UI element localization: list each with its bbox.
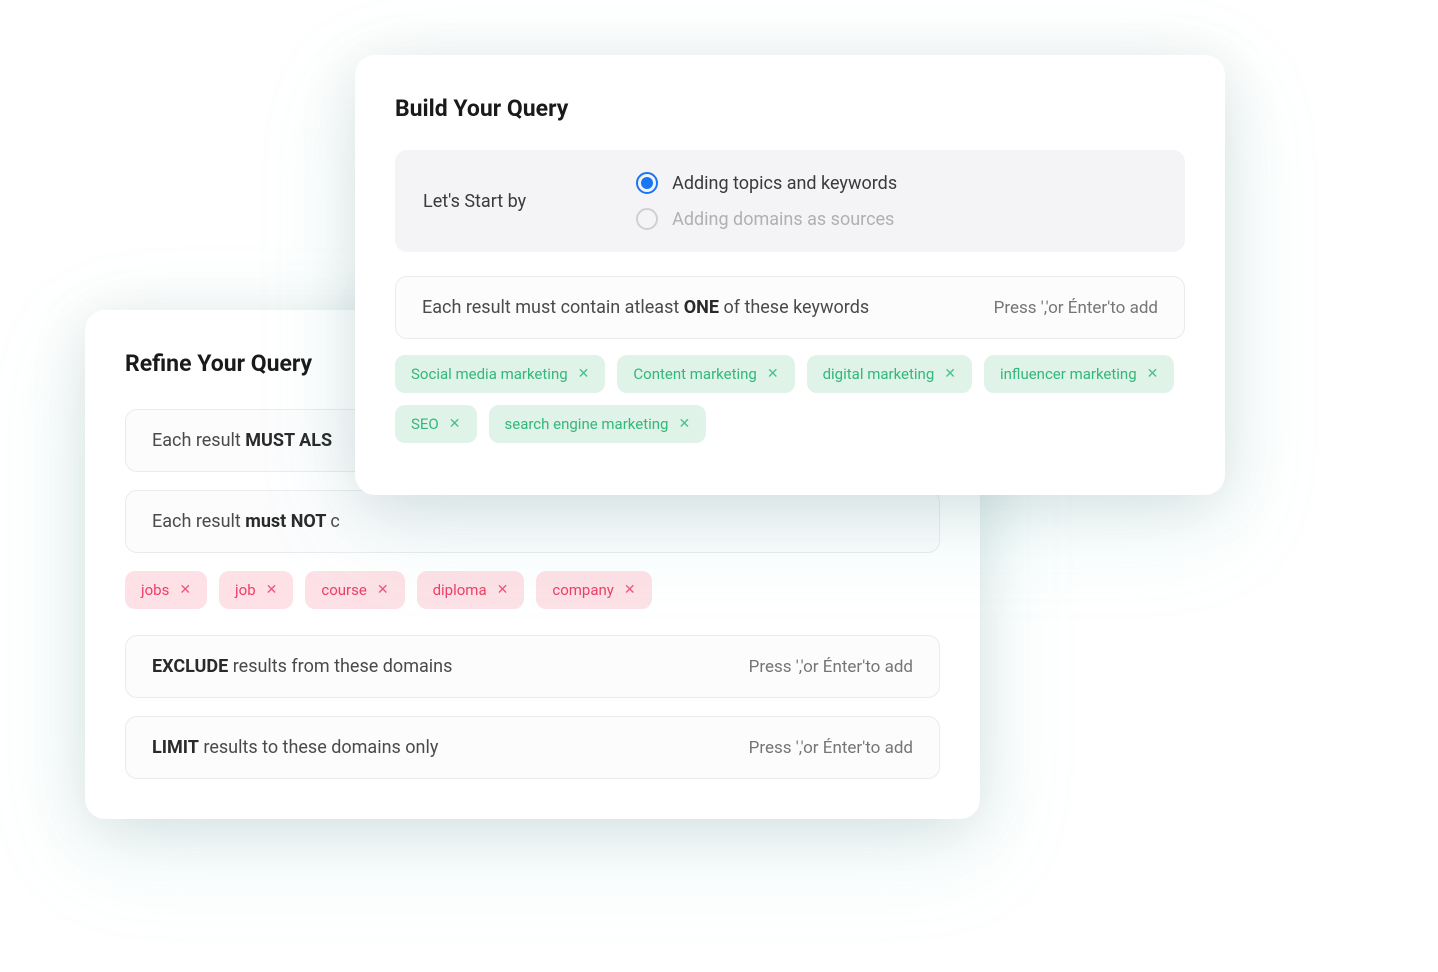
radio-icon [636, 172, 658, 194]
radio-option-domains[interactable]: Adding domains as sources [636, 208, 897, 230]
close-icon[interactable]: ✕ [377, 582, 389, 598]
tag-label: digital marketing [823, 365, 935, 383]
keyword-row-label: Each result must contain atleast ONE of … [422, 297, 869, 318]
keyword-input[interactable] [936, 298, 1158, 318]
exclude-tags-container: jobs ✕ job ✕ course ✕ diploma ✕ company … [125, 571, 940, 609]
build-query-card: Build Your Query Let's Start by Adding t… [355, 55, 1225, 495]
tag-label: search engine marketing [505, 415, 669, 433]
start-box: Let's Start by Adding topics and keyword… [395, 150, 1185, 252]
tag-label: jobs [141, 581, 169, 599]
tag-label: Content marketing [633, 365, 756, 383]
keyword-tag: search engine marketing ✕ [489, 405, 707, 443]
exclude-tag: course ✕ [305, 571, 404, 609]
exclude-domains-label: EXCLUDE results from these domains [152, 656, 452, 677]
radio-label-domains: Adding domains as sources [672, 209, 894, 230]
tag-label: diploma [433, 581, 487, 599]
close-icon[interactable]: ✕ [449, 416, 461, 432]
start-label: Let's Start by [423, 191, 526, 212]
radio-icon [636, 208, 658, 230]
start-radio-group: Adding topics and keywords Adding domain… [636, 172, 897, 230]
close-icon[interactable]: ✕ [179, 582, 191, 598]
tag-label: course [321, 581, 366, 599]
keyword-input-row[interactable]: Each result must contain atleast ONE of … [395, 276, 1185, 339]
keyword-tag: influencer marketing ✕ [984, 355, 1174, 393]
tag-label: job [235, 581, 256, 599]
tag-label: influencer marketing [1000, 365, 1137, 383]
radio-option-topics[interactable]: Adding topics and keywords [636, 172, 897, 194]
must-not-row[interactable]: Each result must NOT c [125, 490, 940, 553]
keyword-tags-container: Social media marketing ✕ Content marketi… [395, 355, 1185, 443]
keyword-tag: SEO ✕ [395, 405, 477, 443]
close-icon[interactable]: ✕ [944, 366, 956, 382]
build-title: Build Your Query [395, 95, 1185, 122]
limit-domains-row[interactable]: LIMIT results to these domains only [125, 716, 940, 779]
exclude-tag: job ✕ [219, 571, 293, 609]
radio-label-topics: Adding topics and keywords [672, 173, 897, 194]
limit-domains-input[interactable] [691, 738, 913, 758]
exclude-tag: diploma ✕ [417, 571, 525, 609]
close-icon[interactable]: ✕ [1147, 366, 1159, 382]
exclude-tag: company ✕ [536, 571, 651, 609]
close-icon[interactable]: ✕ [678, 416, 690, 432]
tag-label: SEO [411, 415, 439, 433]
close-icon[interactable]: ✕ [266, 582, 278, 598]
exclude-domains-row[interactable]: EXCLUDE results from these domains [125, 635, 940, 698]
must-not-label: Each result must NOT c [152, 511, 340, 532]
tag-label: Social media marketing [411, 365, 568, 383]
must-also-label: Each result MUST ALS [152, 430, 332, 451]
limit-domains-label: LIMIT results to these domains only [152, 737, 438, 758]
close-icon[interactable]: ✕ [497, 582, 509, 598]
exclude-tag: jobs ✕ [125, 571, 207, 609]
close-icon[interactable]: ✕ [624, 582, 636, 598]
exclude-domains-input[interactable] [691, 657, 913, 677]
close-icon[interactable]: ✕ [767, 366, 779, 382]
keyword-tag: Social media marketing ✕ [395, 355, 605, 393]
keyword-tag: digital marketing ✕ [807, 355, 972, 393]
close-icon[interactable]: ✕ [578, 366, 590, 382]
keyword-tag: Content marketing ✕ [617, 355, 794, 393]
tag-label: company [552, 581, 614, 599]
